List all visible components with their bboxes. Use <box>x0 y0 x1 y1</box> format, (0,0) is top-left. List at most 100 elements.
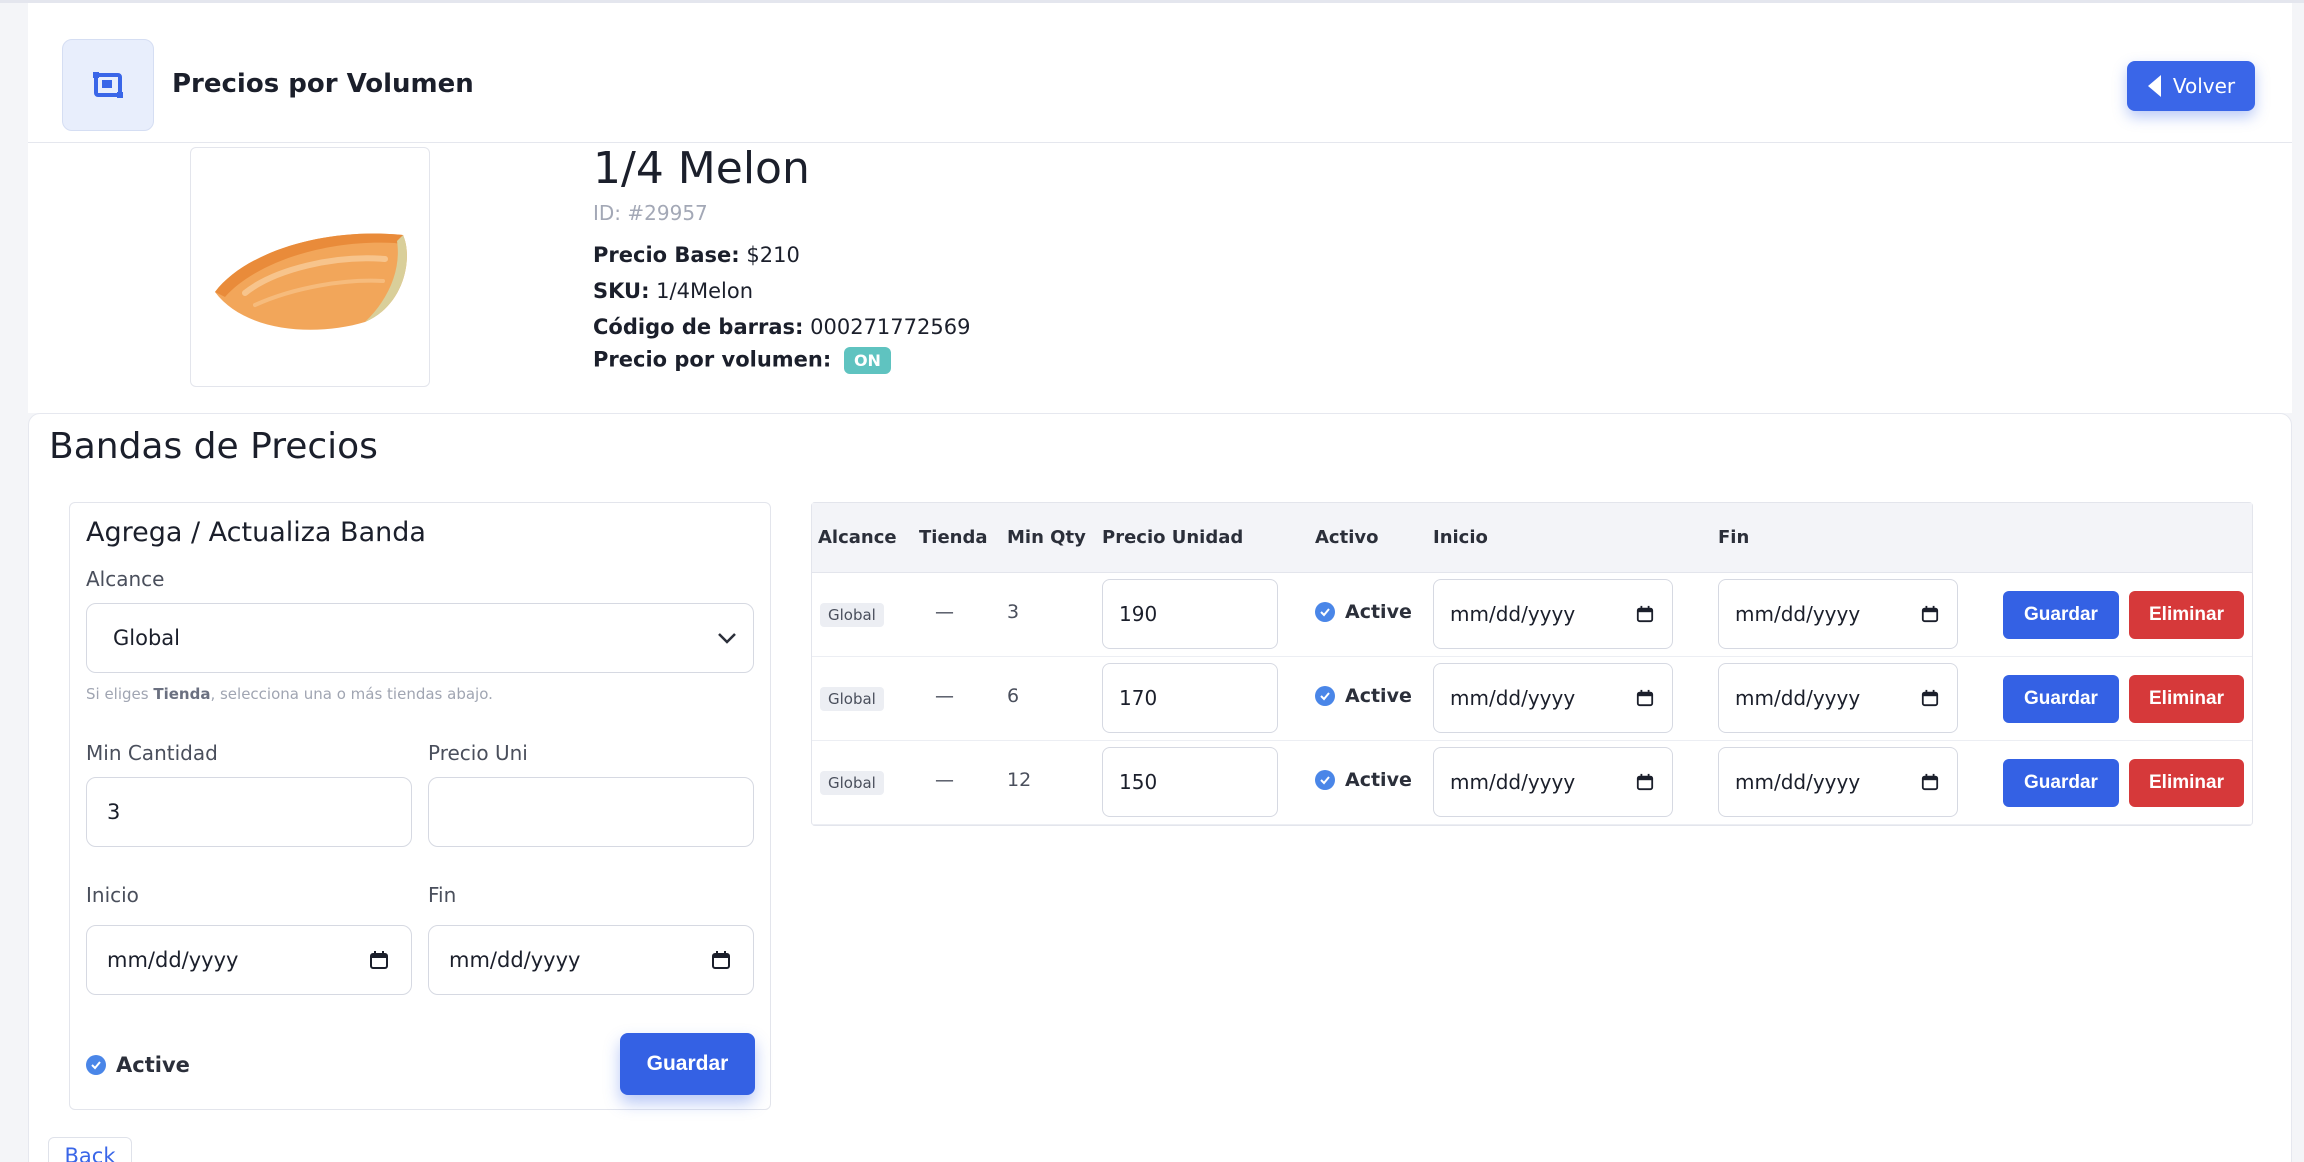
calendar-icon[interactable] <box>1636 689 1654 707</box>
col-min-qty: Min Qty <box>1007 527 1086 548</box>
status-badge: ON <box>843 347 891 374</box>
row-active-label: Active <box>1345 685 1412 707</box>
start-label: Inicio <box>86 883 139 907</box>
price-tag-icon <box>93 72 123 98</box>
row-save-button[interactable]: Guardar <box>2003 675 2119 723</box>
calendar-icon[interactable] <box>369 950 389 970</box>
start-date-input[interactable]: mm/dd/yyyy <box>86 925 412 995</box>
scope-badge: Global <box>820 771 884 795</box>
row-start-date-value: mm/dd/yyyy <box>1450 602 1576 626</box>
back-link[interactable]: Back <box>48 1137 132 1162</box>
volume-price-line: Precio por volumen: ON <box>593 347 891 374</box>
hint-suffix: , selecciona una o más tiendas abajo. <box>210 685 493 703</box>
col-unit-price: Precio Unidad <box>1102 527 1244 548</box>
row-delete-button[interactable]: Eliminar <box>2129 759 2244 807</box>
row-delete-button[interactable]: Eliminar <box>2129 675 2244 723</box>
row-end-date-input[interactable]: mm/dd/yyyy <box>1718 747 1958 817</box>
store-cell: — <box>935 769 954 791</box>
sku-value: 1/4Melon <box>656 279 753 303</box>
product-image <box>190 147 430 387</box>
store-cell: — <box>935 685 954 707</box>
end-date-input[interactable]: mm/dd/yyyy <box>428 925 754 995</box>
bands-table: Alcance Tienda Min Qty Precio Unidad Act… <box>811 502 2253 826</box>
price-value: 150 <box>1119 770 1158 794</box>
min-qty-label: Min Cantidad <box>86 741 218 765</box>
arrow-left-icon <box>2147 75 2161 97</box>
row-start-date-input[interactable]: mm/dd/yyyy <box>1433 663 1673 733</box>
row-active-checkbox[interactable]: Active <box>1315 685 1412 707</box>
form-title: Agrega / Actualiza Banda <box>86 517 426 548</box>
row-active-checkbox[interactable]: Active <box>1315 769 1412 791</box>
min-qty-value: 3 <box>107 800 121 824</box>
chevron-down-icon <box>718 633 736 644</box>
sku-label: SKU: <box>593 279 650 303</box>
price-input[interactable]: 190 <box>1102 579 1278 649</box>
table-header: Alcance Tienda Min Qty Precio Unidad Act… <box>812 503 2252 573</box>
store-cell: — <box>935 601 954 623</box>
checkbox-checked-icon[interactable] <box>1315 770 1335 790</box>
col-store: Tienda <box>919 527 988 548</box>
end-label: Fin <box>428 883 457 907</box>
volume-price-label: Precio por volumen: <box>593 347 832 372</box>
volver-button[interactable]: Volver <box>2127 61 2255 111</box>
row-start-date-value: mm/dd/yyyy <box>1450 770 1576 794</box>
calendar-icon[interactable] <box>1921 605 1939 623</box>
row-save-button[interactable]: Guardar <box>2003 759 2119 807</box>
min-qty-input[interactable]: 3 <box>86 777 412 847</box>
page-title: Precios por Volumen <box>172 69 474 99</box>
checkbox-checked-icon[interactable] <box>86 1055 106 1075</box>
calendar-icon[interactable] <box>1921 773 1939 791</box>
row-save-button[interactable]: Guardar <box>2003 591 2119 639</box>
calendar-icon[interactable] <box>1636 605 1654 623</box>
sku-line: SKU: 1/4Melon <box>593 279 753 303</box>
row-start-date-input[interactable]: mm/dd/yyyy <box>1433 747 1673 817</box>
calendar-icon[interactable] <box>1636 773 1654 791</box>
product-info: 1/4 Melon ID: #29957 Precio Base: $210 S… <box>28 143 2292 413</box>
barcode-value: 000271772569 <box>810 315 971 339</box>
table-row: Global — 3 190 Active mm/dd/yyyy mm/dd/y… <box>812 573 2252 657</box>
row-end-date-input[interactable]: mm/dd/yyyy <box>1718 663 1958 733</box>
unit-price-input[interactable] <box>428 777 754 847</box>
bands-title: Bandas de Precios <box>49 426 378 467</box>
base-price-label: Precio Base: <box>593 243 740 267</box>
start-date-value: mm/dd/yyyy <box>107 948 239 972</box>
row-active-checkbox[interactable]: Active <box>1315 601 1412 623</box>
active-label: Active <box>116 1053 190 1077</box>
header-icon-box <box>62 39 154 131</box>
min-qty-cell: 6 <box>1007 685 1020 707</box>
price-input[interactable]: 170 <box>1102 663 1278 733</box>
scope-select[interactable]: Global <box>86 603 754 673</box>
hint-prefix: Si eliges <box>86 685 154 703</box>
calendar-icon[interactable] <box>1921 689 1939 707</box>
row-end-date-input[interactable]: mm/dd/yyyy <box>1718 579 1958 649</box>
barcode-line: Código de barras: 000271772569 <box>593 315 970 339</box>
volver-label: Volver <box>2172 74 2236 98</box>
col-end: Fin <box>1718 527 1750 548</box>
table-row: Global — 6 170 Active mm/dd/yyyy mm/dd/y… <box>812 657 2252 741</box>
row-start-date-value: mm/dd/yyyy <box>1450 686 1576 710</box>
price-input[interactable]: 150 <box>1102 747 1278 817</box>
row-start-date-input[interactable]: mm/dd/yyyy <box>1433 579 1673 649</box>
col-active: Activo <box>1315 527 1379 548</box>
row-active-label: Active <box>1345 601 1412 623</box>
scope-badge: Global <box>820 603 884 627</box>
row-end-date-value: mm/dd/yyyy <box>1735 770 1861 794</box>
col-scope: Alcance <box>818 527 897 548</box>
active-checkbox[interactable]: Active <box>86 1053 190 1077</box>
min-qty-cell: 3 <box>1007 601 1020 623</box>
melon-image <box>215 233 407 330</box>
scope-select-value: Global <box>113 626 180 650</box>
checkbox-checked-icon[interactable] <box>1315 602 1335 622</box>
page-header: Precios por Volumen Volver <box>28 3 2292 143</box>
save-band-button[interactable]: Guardar <box>620 1033 755 1095</box>
col-start: Inicio <box>1433 527 1488 548</box>
scope-badge: Global <box>820 687 884 711</box>
checkbox-checked-icon[interactable] <box>1315 686 1335 706</box>
price-value: 170 <box>1119 686 1158 710</box>
band-form: Agrega / Actualiza Banda Alcance Global … <box>69 502 771 1110</box>
table-row: Global — 12 150 Active mm/dd/yyyy mm/dd/… <box>812 741 2252 825</box>
row-delete-button[interactable]: Eliminar <box>2129 591 2244 639</box>
calendar-icon[interactable] <box>711 950 731 970</box>
bands-card: Bandas de Precios Agrega / Actualiza Ban… <box>28 413 2292 1162</box>
product-id: ID: #29957 <box>593 201 708 225</box>
